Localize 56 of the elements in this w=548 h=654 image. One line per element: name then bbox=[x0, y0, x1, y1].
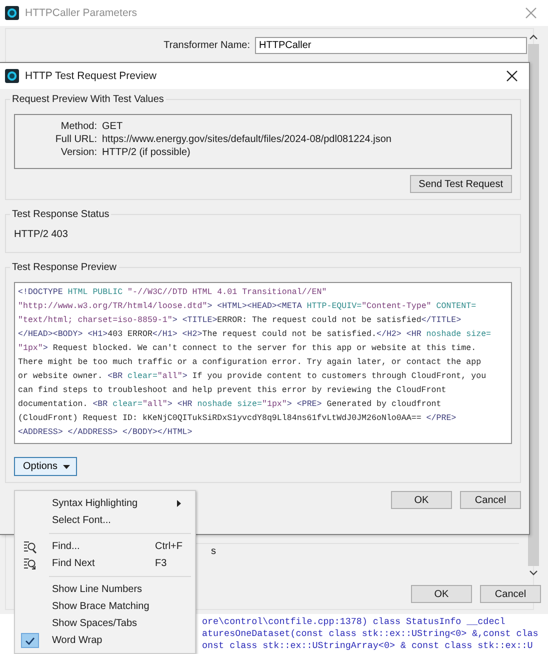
code-line: (CloudFront) Request ID: kKeNjC0QITukSiRDxS1yvcdY8q9Ll84ns61fvLtWdJ0JM26oNlo0AA== </PRE> bbox=[18, 413, 456, 425]
code-line: "http://www.w3.org/TR/html4/loose.dtd"> <HTML><HEAD><META HTTP-EQUIV="Content-Type" CONTENT= bbox=[18, 301, 476, 313]
code-line: "1px"> Request blocked. We can't connect to the server for this app or website at this time. bbox=[18, 343, 476, 355]
cancel-button[interactable]: Cancel bbox=[480, 585, 541, 603]
field-label: Transformer Name: bbox=[164, 40, 250, 51]
response-text-area[interactable] bbox=[14, 282, 512, 444]
close-icon bbox=[506, 70, 518, 82]
field-label: Full URL: bbox=[54, 134, 97, 145]
code-line: or website owner. <BR clear="all"> If you provide content to customers through CloudFront, you bbox=[18, 371, 486, 383]
cancel-button[interactable]: Cancel bbox=[460, 491, 521, 509]
close-icon bbox=[525, 7, 537, 19]
code-line: </HEAD><BODY> <H1>403 ERROR</H1> <H2>The request could not be satisfied.</H2> <HR noshade size= bbox=[18, 329, 492, 341]
group-title: Test Response Preview bbox=[10, 261, 118, 274]
name-field[interactable]: HTTPCaller bbox=[255, 37, 527, 54]
search-next-icon bbox=[23, 556, 37, 570]
field-value: https://www.energy.gov/sites/default/files/2024-08/pdl081224.json bbox=[102, 134, 392, 145]
log-line: onst class stk::ex::UStringArray<0> & const class stk::ex::U bbox=[202, 640, 533, 652]
ok-button[interactable]: OK bbox=[411, 585, 472, 603]
status-value: HTTP/2 403 bbox=[14, 228, 69, 242]
menu-item[interactable]: Show Spaces/Tabs bbox=[17, 615, 193, 632]
app-icon bbox=[5, 69, 19, 83]
send-test-request-button[interactable]: Send Test Request bbox=[410, 175, 512, 193]
check-icon bbox=[25, 636, 35, 644]
code-line: <!DOCTYPE HTML PUBLIC "-//W3C//DTD HTML 4.01 Transitional//EN" bbox=[18, 287, 327, 299]
field-value: HTTP/2 (if possible) bbox=[102, 147, 192, 158]
options-button[interactable]: Options bbox=[14, 457, 78, 476]
search-icon bbox=[23, 540, 37, 554]
group-title: Test Response Status bbox=[10, 208, 112, 221]
code-line: There might be too much traffic or a configuration error. Try again later, or contact the app bbox=[18, 357, 482, 369]
app-icon bbox=[5, 6, 19, 20]
scroll-up-icon bbox=[529, 34, 538, 40]
submenu-arrow-icon bbox=[177, 500, 181, 507]
dropdown-caret-icon bbox=[63, 464, 70, 468]
menu-item[interactable]: Find Next F3 bbox=[17, 555, 193, 572]
checkmark[interactable] bbox=[21, 633, 39, 648]
label-fragment: s bbox=[211, 545, 216, 557]
menu-item[interactable]: Show Brace Matching bbox=[17, 598, 193, 615]
group-title: Request Preview With Test Values bbox=[10, 93, 166, 106]
window-title: HTTPCaller Parameters bbox=[25, 7, 138, 19]
field-label: Method: bbox=[60, 121, 97, 132]
menu-item[interactable]: Word Wrap bbox=[17, 632, 193, 649]
log-line: aturesOneDataset(const class stk::ex::UString<0> &,const clas bbox=[202, 628, 538, 640]
code-line: can find steps to troubleshoot and help prevent this error by reviewing the CloudFront bbox=[18, 385, 446, 397]
code-line: <ADDRESS> </ADDRESS> </BODY></HTML> bbox=[18, 427, 192, 439]
menu-item[interactable]: Find... Ctrl+F bbox=[17, 538, 193, 555]
code-line: "text/html; charset=iso-8859-1"> <TITLE>ERROR: The request could not be satisfied</TITLE> bbox=[18, 315, 462, 327]
window-title: HTTP Test Request Preview bbox=[25, 70, 156, 82]
scroll-down-icon bbox=[529, 570, 538, 576]
field-label: Version: bbox=[60, 147, 97, 158]
menu-item[interactable]: Syntax Highlighting bbox=[17, 495, 193, 512]
field-value: GET bbox=[102, 121, 124, 132]
code-line: documentation. <BR clear="all"> <HR noshade size="1px"> <PRE> Generated by cloudfront bbox=[18, 399, 442, 411]
menu-item[interactable]: Show Line Numbers bbox=[17, 581, 193, 598]
menu-item[interactable]: Select Font... bbox=[17, 512, 193, 529]
log-line: ore\control\contfile.cpp:1378) class StatusInfo __cdecl bbox=[202, 616, 506, 628]
ok-button[interactable]: OK bbox=[391, 491, 452, 509]
